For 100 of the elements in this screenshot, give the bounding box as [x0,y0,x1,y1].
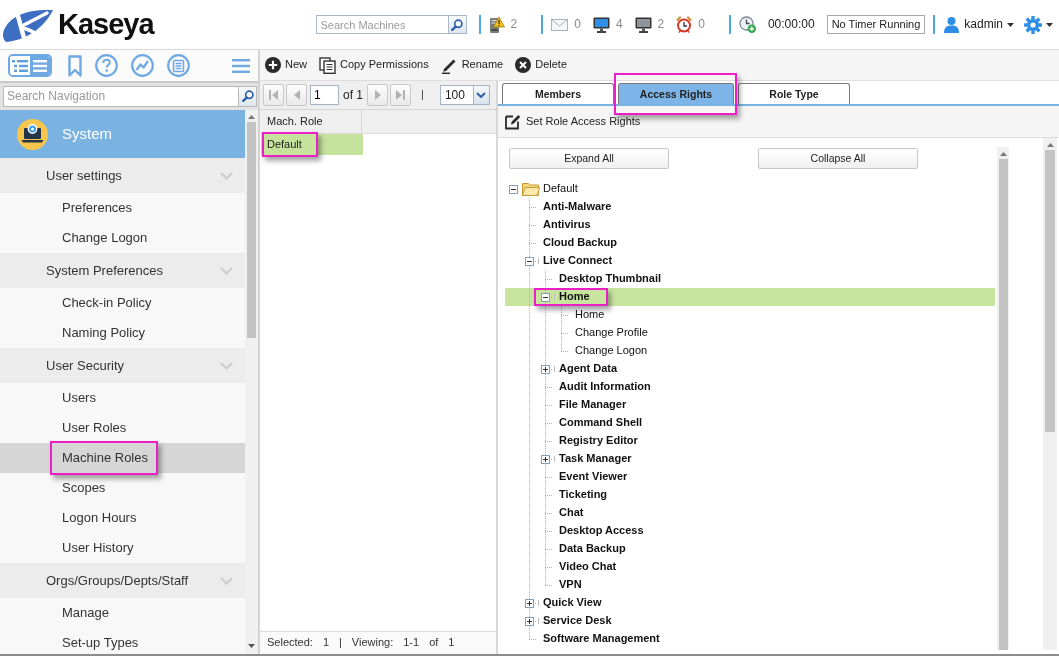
tree-node[interactable]: Quick View [525,594,602,612]
nav-item[interactable]: Scopes [0,473,245,503]
tree-node[interactable]: Data Backup [559,540,626,558]
tree-node[interactable]: Cloud Backup [543,234,617,252]
alarm-clock-icon[interactable] [676,16,693,33]
tree-node[interactable]: Command Shell [559,414,643,432]
nav-item[interactable]: Check-in Policy [0,288,245,318]
tree-node[interactable]: File Manager [559,396,627,414]
server-warning-icon[interactable] [488,15,505,34]
scrollbar-thumb[interactable] [1045,150,1055,432]
scrollbar-thumb[interactable] [998,159,1008,650]
scrollbar[interactable] [997,147,1009,650]
tab[interactable]: Members [502,83,614,104]
table-row[interactable]: Default [261,134,363,155]
nav-item[interactable]: Naming Policy [0,318,245,348]
nav-item[interactable]: Machine Roles [0,443,245,473]
collapse-all-button[interactable]: Collapse All [758,148,918,169]
expand-icon[interactable] [541,364,550,374]
dropdown-button[interactable] [472,86,489,104]
nav-item[interactable]: Logon Hours [0,503,245,533]
expand-all-button[interactable]: Expand All [509,148,669,169]
scrollbar[interactable] [1043,138,1057,650]
tree-node[interactable]: VPN [559,576,582,594]
nav-item[interactable]: Preferences [0,193,245,223]
tree-node[interactable]: Chat [559,504,584,522]
nav-section-header[interactable]: User settings [0,158,245,193]
scrollbar[interactable] [245,110,258,654]
tree-node[interactable]: Ticketing [559,486,608,504]
tab[interactable]: Role Type [738,83,850,104]
caret-icon [1007,22,1014,27]
clock-plus-icon[interactable] [738,16,756,33]
tree-node[interactable]: Live Connect [525,252,613,270]
tree-view-button[interactable] [10,56,30,75]
tree-node[interactable]: Anti-Malware [543,198,612,216]
collapse-icon[interactable] [541,292,550,302]
tree-node[interactable]: Agent Data [541,360,618,378]
next-page-icon [373,90,382,100]
page-size-select[interactable]: 100 [439,85,490,105]
tree-node[interactable]: Antivirus [543,216,591,234]
tree-node[interactable]: Audit Information [559,378,651,396]
tree-node[interactable]: Change Logon [575,342,648,360]
nav-item[interactable]: Change Logon [0,223,245,253]
rename-button[interactable]: Rename [440,56,504,74]
tree-node[interactable]: Video Chat [559,558,617,576]
timer-status: No Timer Running [826,14,926,35]
counter-value: 2 [510,17,518,32]
tree-node[interactable]: Desktop Access [559,522,644,540]
delete-button[interactable]: Delete [515,57,568,73]
page-field[interactable]: 1 [310,85,339,105]
tab[interactable]: Access Rights [618,83,734,104]
document-icon[interactable] [167,54,190,77]
copy-permissions-button[interactable]: Copy Permissions [319,56,429,74]
scrollbar-thumb[interactable] [247,122,256,338]
search-button[interactable] [239,85,257,107]
list-view-button[interactable] [30,56,50,75]
tree-node[interactable]: Home [575,306,605,324]
tree-list-icon [12,59,28,72]
monitor-icon[interactable] [634,16,652,33]
bookmark-icon[interactable] [68,54,82,77]
monitor-icon[interactable] [592,16,610,33]
set-access-rights-button[interactable]: Set Role Access Rights [504,113,641,130]
nav-section-header[interactable]: User Security [0,348,245,383]
expand-icon[interactable] [525,616,534,626]
tree-node[interactable]: Task Manager [541,450,632,468]
nav-item-label: Machine Roles [62,450,148,466]
scroll-up-icon[interactable] [248,115,255,119]
settings-button[interactable] [1024,15,1053,34]
user-menu[interactable]: kadmin [943,16,1014,33]
nav-search-field[interactable]: Search Navigation [3,85,239,107]
nav-section-header[interactable]: System Preferences [0,253,245,288]
nav-section-header[interactable]: Orgs/Groups/Depts/Staff [0,563,245,598]
tree-node[interactable]: Registry Editor [559,432,638,450]
nav-item[interactable]: User History [0,533,245,563]
tree-node[interactable]: Change Profile [575,324,648,342]
nav-item[interactable]: User Roles [0,413,245,443]
edit-icon [504,113,521,130]
nav-item[interactable]: Set-up Types [0,628,245,654]
envelope-icon[interactable] [551,18,569,31]
collapse-icon[interactable] [509,184,518,194]
nav-item[interactable]: Manage [0,598,245,628]
tree-node[interactable]: Desktop Thumbnail [559,270,662,288]
nav-item[interactable]: Users [0,383,245,413]
column-header[interactable]: Mach. Role [260,110,362,133]
search-field[interactable]: Search Machines [315,15,449,34]
new-button[interactable]: New [265,57,307,73]
menu-icon[interactable] [232,58,250,73]
scroll-up-icon[interactable] [1046,143,1054,147]
scroll-down-icon[interactable] [248,644,255,648]
tree-node[interactable]: Default [509,180,578,198]
folder-icon [522,182,540,196]
tree-node[interactable]: Home [505,288,995,306]
help-icon[interactable] [95,54,118,77]
tree-node[interactable]: Service Desk [525,612,612,630]
tree-node[interactable]: Software Management [543,630,660,648]
expand-icon[interactable] [525,598,534,608]
collapse-icon[interactable] [525,256,534,266]
scroll-up-icon[interactable] [999,152,1007,156]
expand-icon[interactable] [541,454,550,464]
tree-node[interactable]: Event Viewer [559,468,628,486]
chart-icon[interactable] [131,54,154,77]
